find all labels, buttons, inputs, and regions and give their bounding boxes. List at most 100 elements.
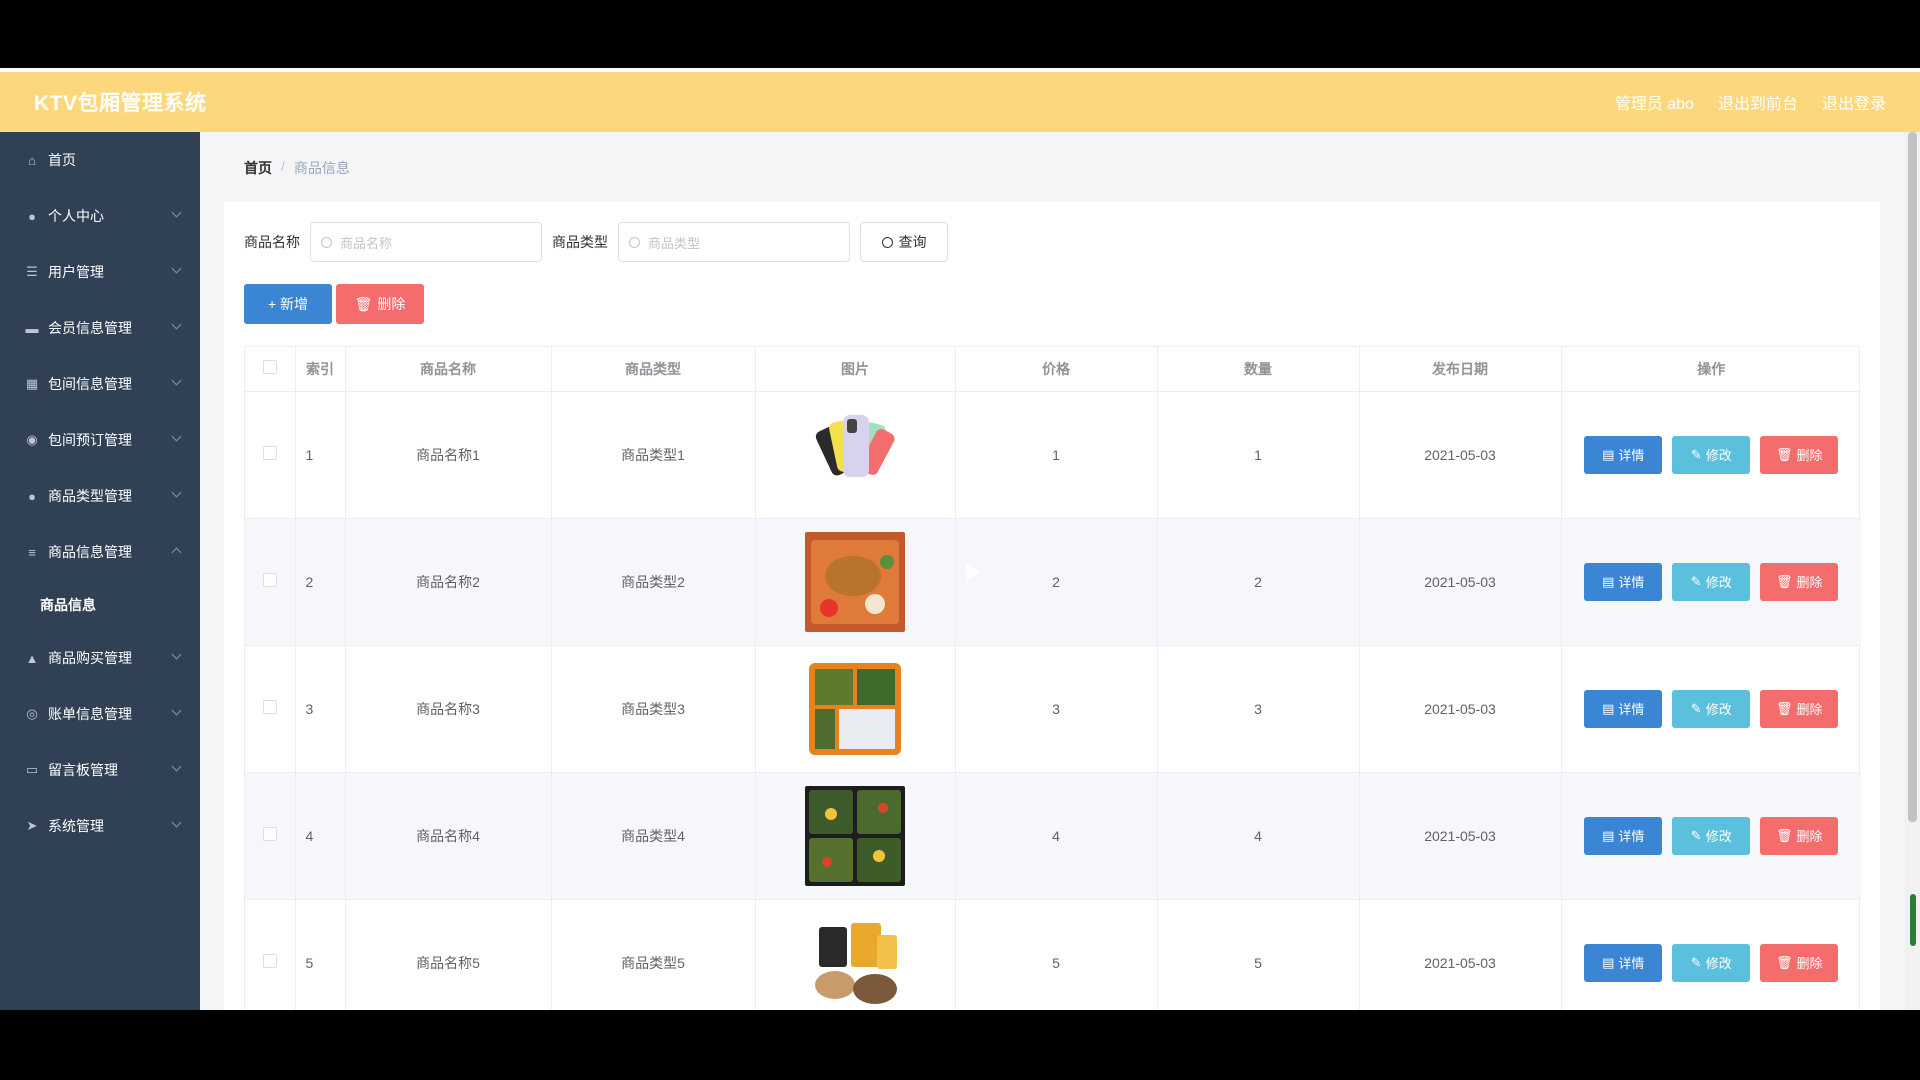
sidebar-item-label: 系统管理 [48,818,104,834]
delete-button[interactable]: 🗑 删除 [1760,689,1839,728]
type-search-input[interactable]: 商品类型 [618,222,850,262]
row-image-cell [755,899,956,1010]
row-name: 商品名称2 [345,518,552,646]
trash-icon: 🗑 [1775,573,1793,589]
to-front-link[interactable]: 退出到前台 [1718,90,1798,114]
col-type: 商品类型 [551,347,756,392]
row-checkbox[interactable] [262,573,277,587]
sidebar-item-user-management[interactable]: ☰ 用户管理 [0,244,200,300]
edit-button[interactable]: ✎ 修改 [1672,816,1751,855]
sidebar-subitem-goods-info[interactable]: 商品信息 [0,580,200,630]
app-title: KTV包厢管理系统 [34,92,207,115]
file-icon: ▤ [1602,573,1615,589]
col-index: 索引 [295,347,346,392]
edit-button[interactable]: ✎ 修改 [1672,435,1751,474]
select-all-checkbox[interactable] [262,360,277,375]
action-bar: + 新增 🗑 删除 [244,284,424,324]
sidebar-item-bill-management[interactable]: ◎ 账单信息管理 [0,686,200,742]
row-qty: 1 [1157,391,1360,519]
delete-button[interactable]: 🗑 删除 [1760,816,1839,855]
detail-button[interactable]: ▤ 详情 [1584,943,1663,982]
row-checkbox[interactable] [262,954,277,968]
sidebar-item-label: 用户管理 [48,264,104,280]
trash-icon: 🗑 [354,295,373,312]
product-image-snacks [805,912,905,1010]
sidebar-item-personal-center[interactable]: ● 个人中心 [0,188,200,244]
delete-button[interactable]: 🗑 删除 [1760,943,1839,982]
row-type: 商品类型2 [551,518,756,646]
scrollbar-indicator [1910,894,1916,946]
detail-button[interactable]: ▤ 详情 [1584,689,1663,728]
name-search-input[interactable]: 商品名称 [310,222,542,262]
row-checkbox[interactable] [262,700,277,714]
add-button[interactable]: + 新增 [244,284,332,324]
row-date: 2021-05-03 [1359,391,1562,519]
sidebar-item-message-board[interactable]: ▭ 留言板管理 [0,742,200,798]
sidebar-item-label: 包间信息管理 [48,376,132,392]
query-button[interactable]: 查询 [860,222,948,262]
detail-label: 详情 [1618,702,1645,717]
sidebar-item-booking-management[interactable]: ◉ 包间预订管理 [0,412,200,468]
admin-label[interactable]: 管理员 abo [1615,90,1694,114]
globe-icon: ◎ [26,706,38,721]
row-checkbox[interactable] [262,446,277,460]
sidebar-item-goods-type-management[interactable]: ● 商品类型管理 [0,468,200,524]
breadcrumb-home[interactable]: 首页 [244,158,272,178]
sidebar-item-label: 商品信息管理 [48,544,132,560]
file-icon: ▤ [1602,700,1615,716]
send-icon: ➤ [26,818,38,833]
detail-label: 详情 [1618,448,1645,463]
chevron-down-icon [171,487,182,498]
edit-label: 修改 [1705,448,1732,463]
file-icon: ▤ [1602,827,1615,843]
row-price: 1 [955,391,1158,519]
row-date: 2021-05-03 [1359,645,1562,773]
row-checkbox[interactable] [262,827,277,841]
sidebar-item-label: 商品信息 [40,597,96,613]
sidebar-item-home[interactable]: ⌂ 首页 [0,132,200,188]
row-actions: ▤ 详情 ✎ 修改 🗑 删除 [1561,772,1861,900]
row-price: 5 [955,899,1158,1010]
sidebar-item-room-management[interactable]: ▦ 包间信息管理 [0,356,200,412]
edit-button[interactable]: ✎ 修改 [1672,943,1751,982]
detail-button[interactable]: ▤ 详情 [1584,435,1663,474]
logout-link[interactable]: 退出登录 [1822,90,1886,114]
col-qty: 数量 [1157,347,1360,392]
sidebar-item-goods-info-management[interactable]: ≡ 商品信息管理 [0,524,200,580]
edit-button[interactable]: ✎ 修改 [1672,562,1751,601]
row-price: 2 [955,518,1158,646]
scrollbar-thumb[interactable] [1908,132,1917,822]
detail-button[interactable]: ▤ 详情 [1584,816,1663,855]
chevron-down-icon [171,705,182,716]
list-icon: ☰ [26,264,38,279]
row-price: 3 [955,645,1158,773]
sidebar-item-label: 首页 [48,152,76,168]
user-icon: ● [28,488,36,504]
col-date: 发布日期 [1359,347,1562,392]
detail-button[interactable]: ▤ 详情 [1584,562,1663,601]
sidebar-item-system-management[interactable]: ➤ 系统管理 [0,798,200,854]
delete-label: 删除 [1796,448,1823,463]
row-type: 商品类型1 [551,391,756,519]
delete-button[interactable]: 🗑 删除 [1760,562,1839,601]
row-index: 3 [295,645,346,773]
chevron-down-icon [171,207,182,218]
search-icon [629,236,640,248]
delete-button[interactable]: 🗑 删除 [1760,435,1839,474]
row-date: 2021-05-03 [1359,899,1562,1010]
row-price: 4 [955,772,1158,900]
sidebar-item-member-management[interactable]: ▬ 会员信息管理 [0,300,200,356]
row-name: 商品名称5 [345,899,552,1010]
sidebar-item-label: 个人中心 [48,208,104,224]
delete-label: 删除 [1796,956,1823,971]
page-scrollbar[interactable] [1905,132,1920,1010]
row-name: 商品名称1 [345,391,552,519]
table-row: 4 商品名称4 商品类型4 4 4 2021-05-03 ▤ 详情 ✎ 修改 🗑… [245,772,1861,900]
batch-delete-button[interactable]: 🗑 删除 [336,284,424,324]
sidebar-item-purchase-management[interactable]: ▲ 商品购买管理 [0,630,200,686]
edit-label: 修改 [1705,829,1732,844]
pencil-icon: ✎ [1690,954,1702,970]
chart-icon: ▦ [25,376,39,391]
row-qty: 3 [1157,645,1360,773]
edit-button[interactable]: ✎ 修改 [1672,689,1751,728]
